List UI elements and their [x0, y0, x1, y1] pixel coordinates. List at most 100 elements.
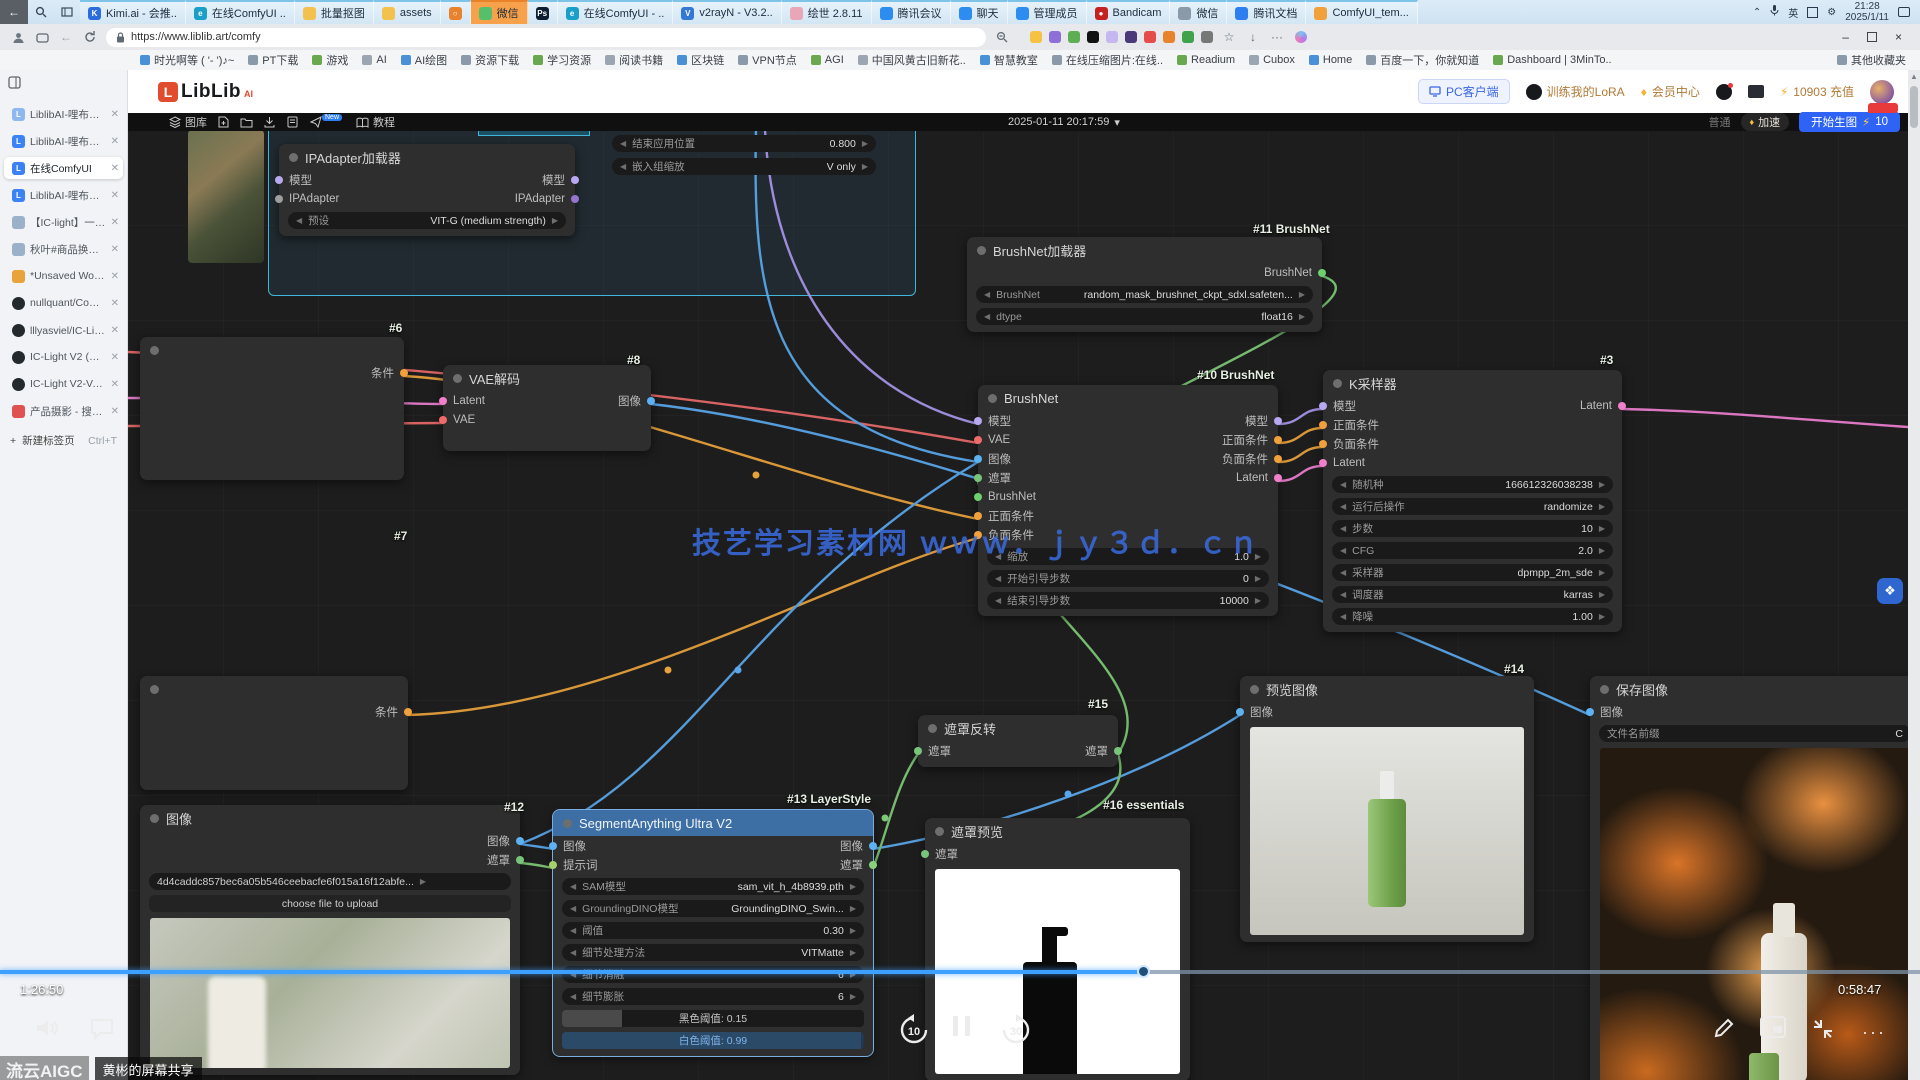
sidebar-tab[interactable]: LLiblibAI-哩布哩布AI - 哩✕	[4, 130, 123, 152]
generate-button[interactable]: 开始生图 ⚡ 10	[1799, 112, 1900, 132]
volume-icon[interactable]	[34, 1016, 60, 1040]
collapse-dot-icon[interactable]	[1333, 379, 1342, 388]
node-widget-combo[interactable]: ◀降噪1.00▶	[1332, 608, 1613, 625]
node-title[interactable]: 图像	[140, 805, 520, 831]
taskbar-app[interactable]: e在线ComfyUI - ..	[558, 0, 674, 24]
more-menu-icon[interactable]: ···	[1269, 29, 1285, 45]
bookmark-item[interactable]: 百度一下，你就知道	[1366, 52, 1479, 68]
node-title[interactable]	[140, 676, 408, 702]
taskbar-app[interactable]: ComfyUI_tem...	[1306, 0, 1417, 24]
bookmark-item[interactable]: PT下载	[248, 52, 298, 68]
node-widget-file[interactable]: 4d4caddc857bec6a05b546ceebacfe6f015a16f1…	[149, 873, 511, 890]
refresh-icon[interactable]	[82, 29, 98, 45]
taskbar-app[interactable]: Vv2rayN - V3.2..	[673, 0, 781, 24]
output-slot[interactable]: 模型	[542, 172, 563, 188]
input-slot[interactable]: 负面条件	[1335, 436, 1379, 452]
bookmark-item[interactable]: AI	[362, 52, 386, 68]
maximize-button[interactable]	[1867, 32, 1877, 42]
collapse-dot-icon[interactable]	[928, 724, 937, 733]
extension-icon[interactable]	[1182, 31, 1194, 43]
collapse-dot-icon[interactable]	[563, 819, 572, 828]
page-scrollbar[interactable]: ▲	[1908, 70, 1920, 1080]
taskbar-app[interactable]: e在线ComfyUI ..	[186, 0, 295, 24]
taskbar-app[interactable]: ●Bandicam	[1087, 0, 1171, 24]
node-widget-combo[interactable]: ◀细节消融6▶	[562, 966, 864, 983]
taskbar-app[interactable]: 微信	[1170, 0, 1227, 24]
input-slot[interactable]: VAE	[455, 414, 475, 426]
tab-close-icon[interactable]: ✕	[111, 271, 119, 282]
node-load-image[interactable]: 图像图像遮罩4d4caddc857bec6a05b546ceebacfe6f01…	[140, 805, 520, 1075]
floating-plugin-button[interactable]: ❖	[1877, 578, 1903, 604]
node-title[interactable]: 预览图像	[1240, 676, 1534, 702]
sidebar-tab[interactable]: LLiblibAI-哩布哩布AI - 哩✕	[4, 103, 123, 125]
collapse-dot-icon[interactable]	[1600, 685, 1609, 694]
output-slot[interactable]: 正面条件	[1222, 432, 1266, 448]
close-button[interactable]: ×	[1895, 30, 1902, 44]
sidebar-tab[interactable]: 【IC-light】一键商品换✕	[4, 211, 123, 233]
input-slot[interactable]: 正面条件	[1335, 417, 1379, 433]
extension-icon[interactable]	[1125, 31, 1137, 43]
progress-handle[interactable]	[1137, 965, 1150, 978]
extension-icon[interactable]	[1144, 31, 1156, 43]
exit-fullscreen-icon[interactable]	[1812, 1018, 1834, 1040]
node-widget-combo[interactable]: ◀调度器karras▶	[1332, 586, 1613, 603]
bookmark-item[interactable]: VPN节点	[738, 52, 797, 68]
node-save-image[interactable]: 保存图像图像文件名前缀C	[1590, 676, 1908, 1080]
node-widget-combo[interactable]: ◀结束引导步数10000▶	[987, 592, 1269, 609]
save-icon[interactable]	[286, 116, 299, 129]
zoom-icon[interactable]	[994, 29, 1010, 45]
output-slot[interactable]: IPAdapter	[515, 193, 563, 205]
widget-embed-scale[interactable]: ◀嵌入组缩放 V only▶	[612, 158, 876, 175]
profile-icon[interactable]	[10, 29, 26, 45]
bookmark-item[interactable]: 阅读书籍	[605, 52, 663, 68]
back-icon[interactable]: ←	[0, 0, 28, 24]
address-bar[interactable]: https://www.liblib.art/comfy	[106, 28, 986, 47]
search-icon[interactable]	[28, 0, 54, 24]
node-title[interactable]: SegmentAnything Ultra V2	[553, 810, 873, 836]
collapse-dot-icon[interactable]	[1250, 685, 1259, 694]
input-slot[interactable]: 图像	[1252, 704, 1273, 720]
node-widget-combo[interactable]: ◀预设VIT-G (medium strength)▶	[288, 212, 566, 229]
forward-30-icon[interactable]: 30	[1000, 1014, 1032, 1046]
input-slot[interactable]: 提示词	[565, 857, 598, 873]
output-slot[interactable]: 负面条件	[1222, 451, 1266, 467]
node-ipadapter-loader[interactable]: IPAdapter加载器模型模型IPAdapterIPAdapter◀预设VIT…	[279, 144, 575, 236]
node-widget-slider[interactable]: 白色阈值: 0.99	[562, 1032, 864, 1049]
tab-close-icon[interactable]: ✕	[111, 190, 119, 201]
back-arrow-icon[interactable]: ←	[58, 29, 74, 45]
tab-close-icon[interactable]: ✕	[111, 352, 119, 363]
downloads-icon[interactable]: ↓	[1245, 29, 1261, 45]
gallery-button[interactable]: 图库	[168, 114, 207, 130]
input-slot[interactable]: Latent	[1335, 457, 1365, 469]
collapse-dot-icon[interactable]	[289, 153, 298, 162]
tab-close-icon[interactable]: ✕	[111, 379, 119, 390]
download-icon[interactable]	[263, 116, 276, 129]
node-ksampler[interactable]: K采样器模型Latent正面条件负面条件Latent◀随机种1666123260…	[1323, 370, 1622, 632]
node-segment-anything[interactable]: SegmentAnything Ultra V2图像图像提示词遮罩◀SAM模型s…	[553, 810, 873, 1056]
sidebar-tab[interactable]: IC-Light V2 (Flux-based✕	[4, 346, 123, 368]
tab-close-icon[interactable]: ✕	[111, 163, 119, 174]
extension-icon[interactable]	[1068, 31, 1080, 43]
node-widget-combo[interactable]: ◀阈值0.30▶	[562, 922, 864, 939]
microphone-icon[interactable]	[1770, 5, 1779, 19]
input-slot[interactable]: 图像	[1602, 704, 1623, 720]
bookmark-item[interactable]: 资源下载	[461, 52, 519, 68]
node-widget-combo[interactable]: ◀随机种166612326038238▶	[1332, 476, 1613, 493]
collapse-dot-icon[interactable]	[150, 346, 159, 355]
sidebar-tab[interactable]: L在线ComfyUI✕	[4, 157, 123, 179]
node-widget-combo[interactable]: ◀CFG2.0▶	[1332, 542, 1613, 559]
notification-icon[interactable]	[1898, 7, 1910, 17]
liblib-logo[interactable]: L LibLib AI	[158, 81, 253, 103]
input-slot[interactable]: 遮罩	[990, 470, 1011, 486]
scroll-up-icon[interactable]: ▲	[1908, 70, 1920, 84]
ime-language[interactable]: 英	[1788, 5, 1798, 20]
chat-icon[interactable]	[90, 1018, 114, 1040]
collapse-dot-icon[interactable]	[150, 814, 159, 823]
notification-bell-icon[interactable]	[1716, 84, 1732, 100]
collapse-dot-icon[interactable]	[977, 246, 986, 255]
extension-icon[interactable]	[1030, 31, 1042, 43]
tab-close-icon[interactable]: ✕	[111, 298, 119, 309]
sidebar-tab[interactable]: 产品摄影 - 搜索结果 -✕	[4, 400, 123, 422]
collapse-dot-icon[interactable]	[988, 394, 997, 403]
bookmark-item[interactable]: Cubox	[1249, 52, 1295, 68]
